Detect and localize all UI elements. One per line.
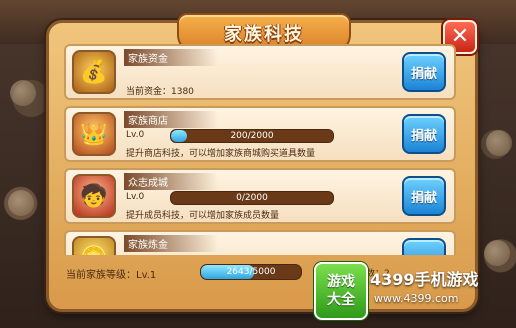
watermark-badge-bottom: 大全 xyxy=(327,292,355,308)
background-avatar xyxy=(486,130,512,156)
watermark-logo: 游戏 大全 4399手机游戏 www.4399.com xyxy=(312,262,512,322)
tech-description: 提升商店科技，可以增加家族商城购买道具数量 xyxy=(126,149,316,159)
tech-progress-bar: 0/2000 xyxy=(170,191,334,205)
tech-item-alchemy: 🪙 家族炼金 xyxy=(64,230,456,255)
tech-item-members: 🧒 众志成城 Lv.0 0/2000 提升成员科技，可以增加家族成员数量 捐献 xyxy=(64,168,456,224)
watermark-name: 4399手机游戏 xyxy=(370,270,479,289)
current-funds: 当前资金：1380 xyxy=(126,87,194,97)
tech-item-name: 家族商店 xyxy=(124,111,218,128)
shop-crown-icon: 👑 xyxy=(72,112,116,156)
tech-item-name: 众志成城 xyxy=(124,173,218,190)
tech-item-funds: 💰 家族资金 当前资金：1380 捐献 xyxy=(64,44,456,100)
donate-button[interactable] xyxy=(402,238,446,255)
tech-progress-text: 0/2000 xyxy=(236,193,268,203)
watermark-url: www.4399.com xyxy=(374,292,459,305)
background-avatar xyxy=(8,190,34,216)
tech-progress-bar: 200/2000 xyxy=(170,129,334,143)
donate-label: 捐献 xyxy=(410,66,437,82)
background-avatar xyxy=(10,80,36,106)
donate-button[interactable]: 捐献 xyxy=(402,114,446,154)
watermark-badge: 游戏 大全 xyxy=(314,262,368,320)
donate-label: 捐献 xyxy=(410,190,437,206)
member-character-icon: 🧒 xyxy=(72,174,116,218)
tech-level: Lv.0 xyxy=(126,192,145,202)
tech-item-name: 家族炼金 xyxy=(124,235,218,252)
family-level: 当前家族等级：Lv.1 xyxy=(66,270,157,281)
donate-button[interactable]: 捐献 xyxy=(402,52,446,92)
tech-list[interactable]: 💰 家族资金 当前资金：1380 捐献 👑 家族商店 Lv.0 200/2000… xyxy=(60,40,458,255)
family-exp-text: 2643/5000 xyxy=(226,267,276,277)
tech-level: Lv.0 xyxy=(126,130,145,140)
watermark-badge-top: 游戏 xyxy=(327,274,355,290)
donate-label: 捐献 xyxy=(410,128,437,144)
tech-description: 提升成员科技，可以增加家族成员数量 xyxy=(126,211,280,221)
tech-item-name: 家族资金 xyxy=(124,49,218,66)
alchemy-gold-icon: 🪙 xyxy=(72,236,116,255)
tech-item-shop: 👑 家族商店 Lv.0 200/2000 提升商店科技，可以增加家族商城购买道具… xyxy=(64,106,456,162)
family-exp-bar: 2643/5000 xyxy=(200,264,302,280)
donate-button[interactable]: 捐献 xyxy=(402,176,446,216)
tech-progress-text: 200/2000 xyxy=(230,131,274,141)
treasure-chest-icon: 💰 xyxy=(72,50,116,94)
